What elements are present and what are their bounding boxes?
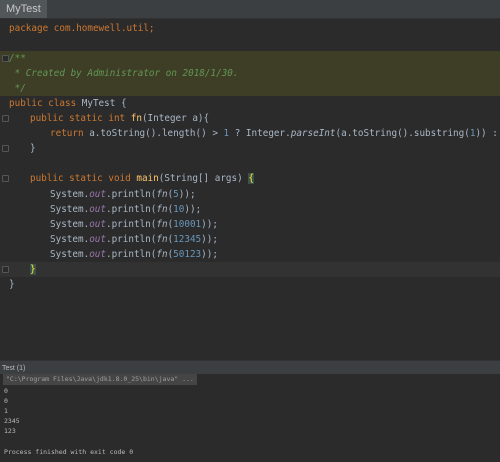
package-statement: package com.homewell.util; [9, 23, 155, 34]
code-line-main: public static void main(String[] args) { [30, 173, 254, 184]
code-line-println: System.out.println(fn(10)); [50, 204, 202, 215]
console-output-line: 0 [4, 387, 8, 395]
fold-marker-icon[interactable] [2, 266, 9, 273]
console-output-line: 123 [4, 427, 16, 435]
editor-tab-bar: MyTest [0, 0, 500, 19]
code-line-println: System.out.println(fn(10001)); [50, 219, 218, 230]
code-line-println: System.out.println(fn(50123)); [50, 249, 218, 260]
fold-marker-icon[interactable] [2, 145, 9, 152]
fold-marker-icon[interactable] [2, 175, 9, 182]
fold-marker-icon[interactable] [2, 55, 9, 62]
run-console[interactable]: "C:\Program Files\Java\jdk1.8.0_25\bin\j… [0, 374, 500, 462]
code-line-class: public class MyTest { [9, 98, 127, 109]
tab-mytest[interactable]: MyTest [0, 0, 47, 18]
code-line-return: return a.toString().length() > 1 ? Integ… [50, 128, 498, 139]
console-exit-message: Process finished with exit code 0 [4, 448, 134, 456]
code-line-comment-close: */ [0, 81, 500, 96]
fold-marker-icon[interactable] [2, 115, 9, 122]
run-panel-header: Test (1) [0, 364, 500, 374]
code-line-comment-open: /** [0, 51, 500, 66]
code-editor[interactable]: package com.homewell.util; /** * Created… [0, 19, 500, 360]
code-line-package: package com.homewell.util; [0, 21, 500, 36]
matched-brace: { [248, 173, 254, 184]
console-command-line: "C:\Program Files\Java\jdk1.8.0_25\bin\j… [3, 374, 197, 385]
code-line-method-fn: public static int fn(Integer a){ [30, 113, 210, 124]
console-output-line: 2345 [4, 417, 20, 425]
console-output-line: 1 [4, 407, 8, 415]
run-tab-title[interactable]: Test (1) [0, 365, 25, 372]
console-output-line: 0 [4, 397, 8, 405]
code-line-close-class: } [9, 279, 15, 290]
code-line-comment-body: * Created by Administrator on 2018/1/30. [0, 66, 500, 81]
code-line-close-main: } [0, 262, 500, 277]
code-line-close-fn: } [30, 143, 36, 154]
code-line-println: System.out.println(fn(5)); [50, 189, 196, 200]
code-line-println: System.out.println(fn(12345)); [50, 234, 218, 245]
